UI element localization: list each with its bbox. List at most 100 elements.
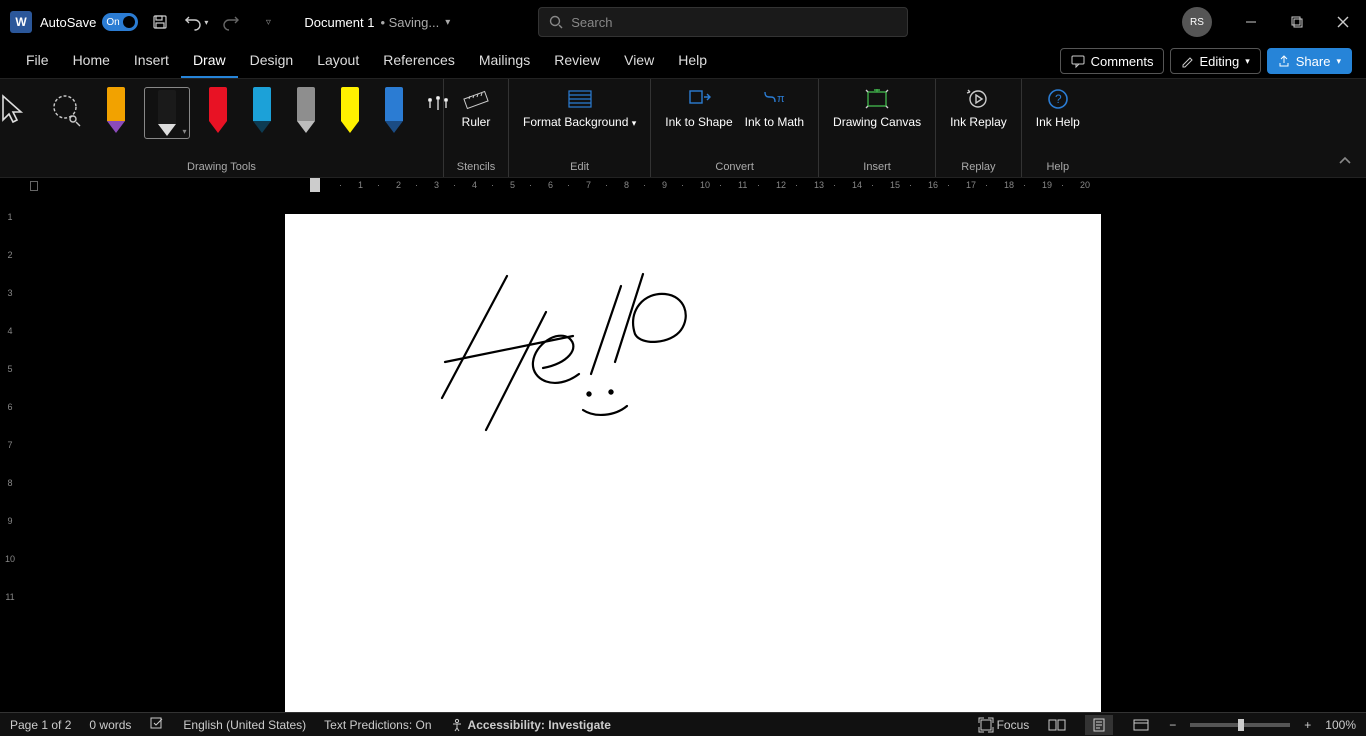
comments-button[interactable]: Comments bbox=[1060, 48, 1165, 74]
status-text-predictions[interactable]: Text Predictions: On bbox=[324, 718, 431, 732]
ruler-tick: 8 bbox=[624, 180, 629, 190]
group-label-stencils: Stencils bbox=[457, 161, 496, 175]
ruler-v-tick: 5 bbox=[7, 350, 12, 388]
share-button[interactable]: Share ▾ bbox=[1267, 48, 1352, 74]
status-accessibility[interactable]: Accessibility: Investigate bbox=[450, 718, 611, 732]
maximize-button[interactable] bbox=[1274, 6, 1320, 38]
pen-tip bbox=[209, 121, 227, 133]
tab-view[interactable]: View bbox=[612, 46, 666, 78]
undo-button[interactable]: ▾ bbox=[182, 8, 210, 36]
chevron-down-icon[interactable]: ▾ bbox=[445, 17, 450, 28]
ruler-tick: 16 bbox=[928, 180, 938, 190]
ruler-tick: 2 bbox=[396, 180, 401, 190]
ink-to-math-label: Ink to Math bbox=[745, 115, 804, 129]
document-name[interactable]: Document 1 bbox=[304, 15, 374, 30]
tab-references[interactable]: References bbox=[371, 46, 467, 78]
indent-marker[interactable] bbox=[310, 178, 320, 192]
format-background-label: Format Background ▾ bbox=[523, 115, 636, 129]
tab-selector[interactable] bbox=[30, 181, 38, 191]
editing-mode-button[interactable]: Editing ▾ bbox=[1170, 48, 1260, 74]
ruler-button[interactable]: Ruler bbox=[452, 83, 500, 155]
pen-tool-2[interactable] bbox=[202, 87, 234, 139]
ruler-tick: 14 bbox=[852, 180, 862, 190]
tab-file[interactable]: File bbox=[14, 46, 61, 78]
focus-mode-button[interactable]: Focus bbox=[979, 718, 1030, 732]
autosave-toggle[interactable]: On bbox=[102, 13, 138, 31]
document-area[interactable] bbox=[20, 194, 1366, 712]
comment-icon bbox=[1071, 54, 1085, 68]
ink-replay-button[interactable]: Ink Replay bbox=[944, 83, 1013, 155]
tab-mailings[interactable]: Mailings bbox=[467, 46, 542, 78]
chevron-down-icon: ▾ bbox=[1245, 56, 1250, 67]
pen-body bbox=[253, 87, 271, 121]
ruler-v-tick: 7 bbox=[7, 426, 12, 464]
zoom-slider[interactable] bbox=[1190, 723, 1290, 727]
save-icon[interactable] bbox=[146, 8, 174, 36]
tab-home[interactable]: Home bbox=[61, 46, 122, 78]
chevron-down-icon: ▾ bbox=[204, 18, 208, 27]
lasso-select-tool[interactable] bbox=[46, 87, 86, 133]
group-label-convert: Convert bbox=[715, 161, 754, 175]
ink-drawing bbox=[285, 214, 1101, 514]
minimize-button[interactable] bbox=[1228, 6, 1274, 38]
status-page[interactable]: Page 1 of 2 bbox=[10, 718, 71, 732]
pen-tip bbox=[341, 121, 359, 133]
pen-body bbox=[107, 87, 125, 121]
tab-draw[interactable]: Draw bbox=[181, 46, 238, 78]
ink-to-math-button[interactable]: π Ink to Math bbox=[739, 83, 810, 155]
ink-to-shape-button[interactable]: Ink to Shape bbox=[659, 83, 738, 155]
pen-tool-1[interactable]: ▾ bbox=[144, 87, 190, 139]
focus-label: Focus bbox=[997, 718, 1030, 732]
zoom-thumb[interactable] bbox=[1238, 719, 1244, 731]
tab-insert[interactable]: Insert bbox=[122, 46, 181, 78]
pen-tool-3[interactable] bbox=[246, 87, 278, 139]
zoom-in-button[interactable]: + bbox=[1304, 718, 1311, 732]
zoom-out-button[interactable]: − bbox=[1169, 718, 1176, 732]
pen-tool-4[interactable] bbox=[290, 87, 322, 139]
drawing-canvas-button[interactable]: Drawing Canvas bbox=[827, 83, 927, 155]
pen-tool-6[interactable] bbox=[378, 87, 410, 139]
pencil-icon bbox=[1181, 55, 1193, 67]
ruler-tick: 17 bbox=[966, 180, 976, 190]
ink-help-button[interactable]: ? Ink Help bbox=[1030, 83, 1086, 155]
share-label: Share bbox=[1296, 54, 1331, 69]
pen-tool-5[interactable] bbox=[334, 87, 366, 139]
search-input[interactable]: Search bbox=[538, 7, 908, 37]
tab-layout[interactable]: Layout bbox=[305, 46, 371, 78]
ruler-tick: 19 bbox=[1042, 180, 1052, 190]
ruler-tick: 12 bbox=[776, 180, 786, 190]
pen-tool-0[interactable] bbox=[100, 87, 132, 139]
tab-design[interactable]: Design bbox=[238, 46, 306, 78]
zoom-level[interactable]: 100% bbox=[1325, 718, 1356, 732]
web-layout-button[interactable] bbox=[1127, 715, 1155, 735]
spellcheck-icon[interactable] bbox=[149, 716, 165, 733]
ruler-v-tick: 10 bbox=[5, 540, 15, 578]
tab-help[interactable]: Help bbox=[666, 46, 719, 78]
collapse-ribbon-button[interactable] bbox=[1338, 153, 1352, 171]
status-language[interactable]: English (United States) bbox=[183, 718, 306, 732]
tab-review[interactable]: Review bbox=[542, 46, 612, 78]
status-words[interactable]: 0 words bbox=[89, 718, 131, 732]
pen-tip bbox=[158, 124, 176, 136]
select-tool[interactable] bbox=[0, 87, 32, 133]
vertical-ruler[interactable]: 1234567891011 bbox=[0, 194, 20, 712]
read-mode-button[interactable] bbox=[1043, 715, 1071, 735]
ruler-tick: 6 bbox=[548, 180, 553, 190]
close-button[interactable] bbox=[1320, 6, 1366, 38]
format-background-button[interactable]: Format Background ▾ bbox=[517, 83, 642, 155]
group-label-insert: Insert bbox=[863, 161, 891, 175]
svg-text:?: ? bbox=[1055, 92, 1062, 106]
chevron-down-icon: ▾ bbox=[1336, 56, 1341, 67]
qat-customize-button[interactable]: ▿ bbox=[254, 8, 282, 36]
document-page[interactable] bbox=[285, 214, 1101, 712]
ruler-v-tick: 1 bbox=[7, 198, 12, 236]
user-avatar[interactable]: RS bbox=[1182, 7, 1212, 37]
ruler-tick: 5 bbox=[510, 180, 515, 190]
autosave-state: On bbox=[106, 17, 119, 28]
autosave-label: AutoSave bbox=[40, 15, 96, 30]
horizontal-ruler[interactable]: 1·2·3·4·5·6·7·8·9·10·11·12·13·14·15·16·1… bbox=[50, 178, 1366, 194]
ink-to-shape-label: Ink to Shape bbox=[665, 115, 732, 129]
ruler-tick: 15 bbox=[890, 180, 900, 190]
print-layout-button[interactable] bbox=[1085, 715, 1113, 735]
redo-button[interactable] bbox=[218, 8, 246, 36]
